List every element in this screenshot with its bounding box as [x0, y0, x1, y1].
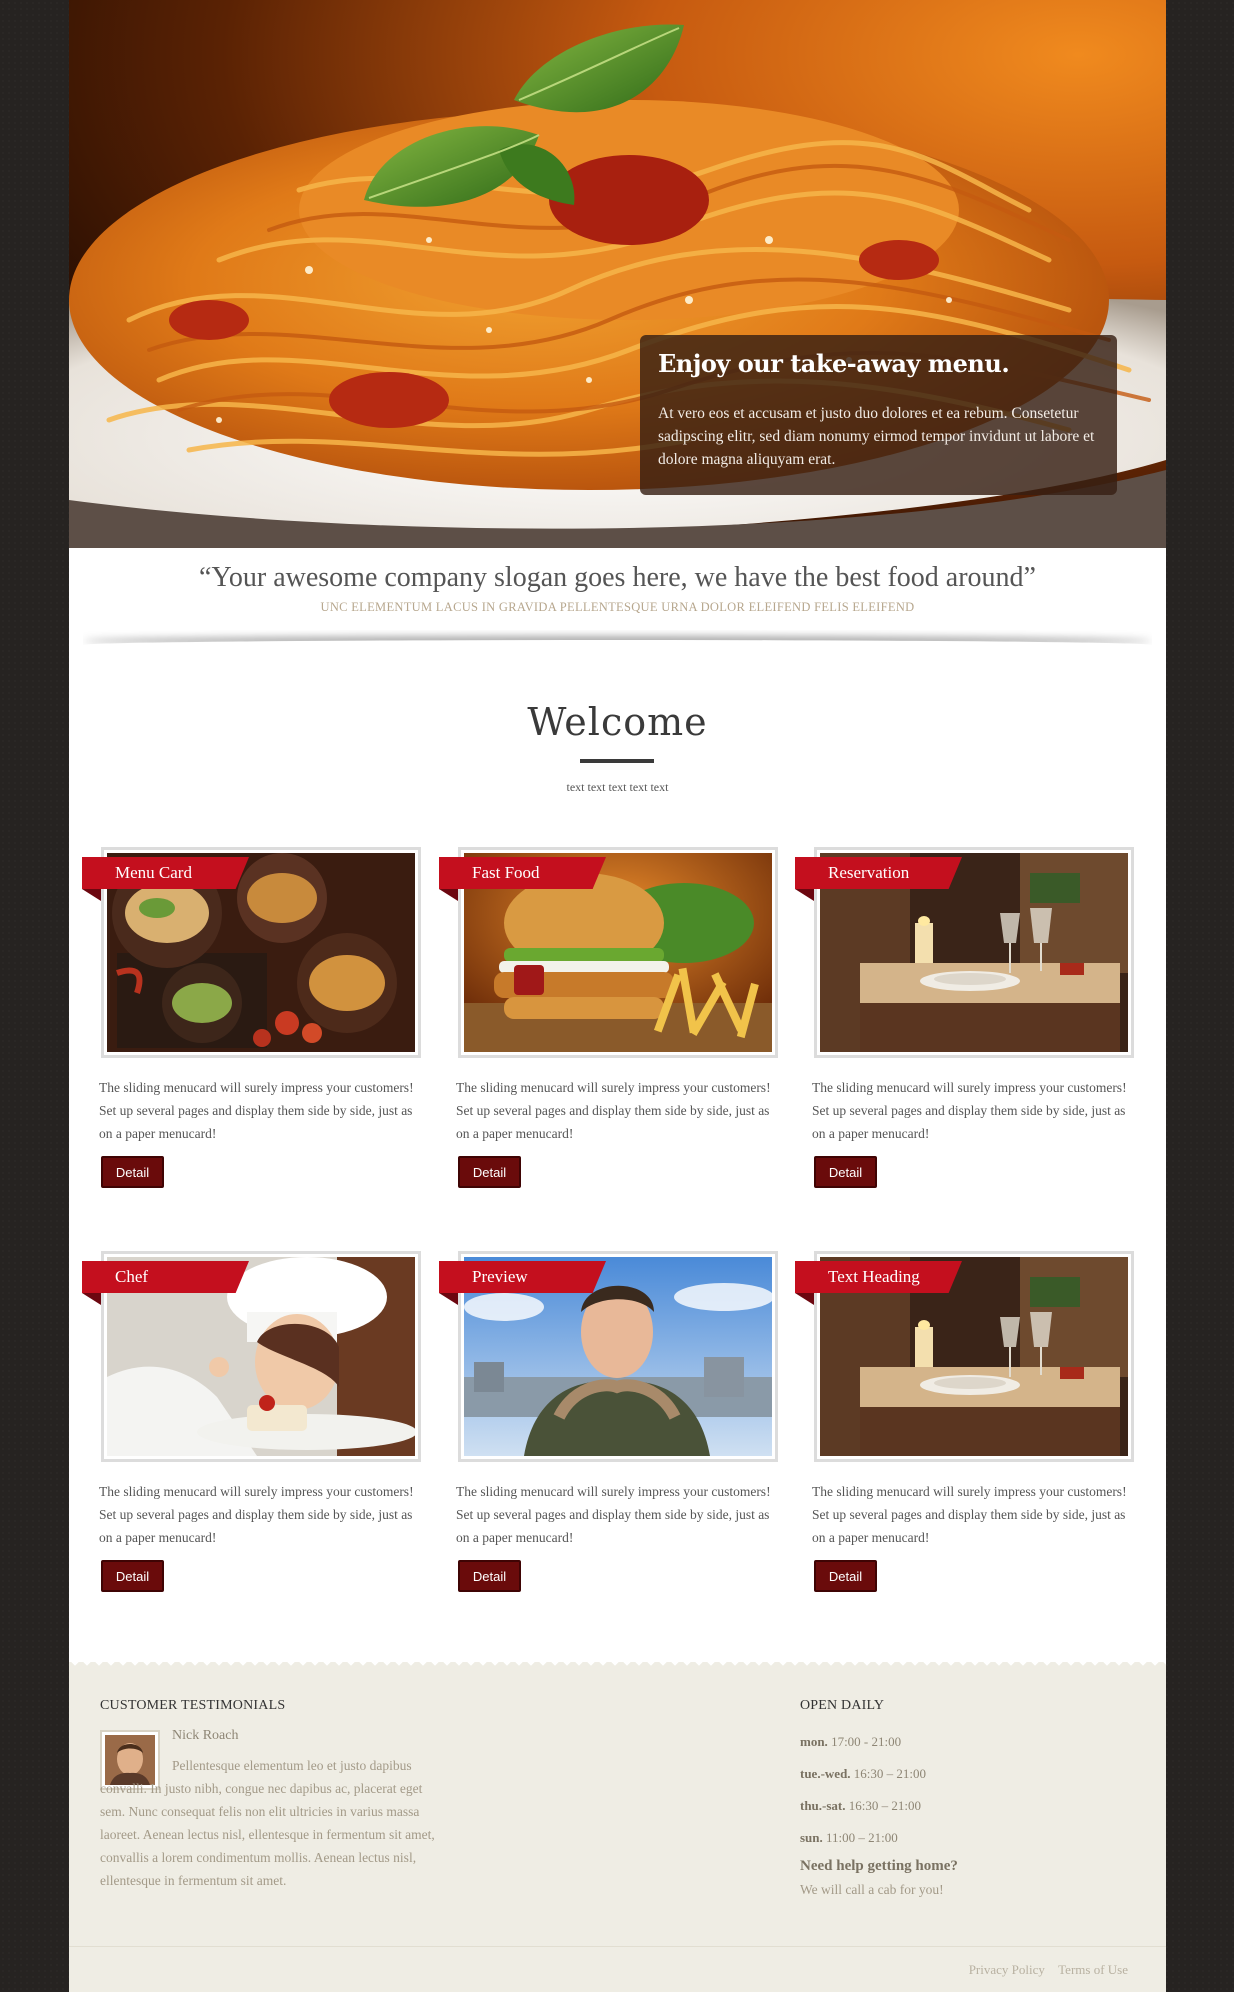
- card-description: The sliding menucard will surely impress…: [812, 1484, 1127, 1545]
- hours-row: thu.-sat. 16:30 – 21:00: [800, 1798, 921, 1814]
- detail-button[interactable]: Detail: [814, 1560, 877, 1592]
- slogan-shadow-divider: [83, 640, 1152, 645]
- help-title: Need help getting home?: [800, 1858, 958, 1874]
- hero-caption-text: At vero eos et accusam et justo duo dolo…: [658, 405, 1095, 468]
- ribbon-fold: [795, 1293, 814, 1305]
- hero-caption: Enjoy our take-away menu. At vero eos et…: [640, 335, 1117, 495]
- footer-divider: [69, 1946, 1166, 1947]
- detail-button[interactable]: Detail: [458, 1156, 521, 1188]
- terms-of-use-link[interactable]: Terms of Use: [1058, 1962, 1128, 1977]
- welcome-subtitle: text text text text text: [566, 780, 669, 794]
- help-text: We will call a cab for you!: [800, 1882, 944, 1897]
- card-description: The sliding menucard will surely impress…: [99, 1080, 414, 1141]
- ribbon-fold: [795, 889, 814, 901]
- slogan-band: “Your awesome company slogan goes here, …: [69, 548, 1166, 640]
- card-description: The sliding menucard will surely impress…: [456, 1484, 771, 1545]
- card-ribbon-title: Text Heading: [795, 1261, 962, 1293]
- hours-time: 11:00 – 21:00: [826, 1830, 898, 1845]
- ribbon-fold: [82, 1293, 101, 1305]
- open-daily-heading: OPEN DAILY: [800, 1698, 885, 1713]
- card-description: The sliding menucard will surely impress…: [99, 1484, 414, 1545]
- footer-links: Privacy Policy Terms of Use: [959, 1962, 1128, 1978]
- hours-row: mon. 17:00 - 21:00: [800, 1734, 901, 1750]
- hours-time: 16:30 – 21:00: [853, 1766, 927, 1781]
- detail-button[interactable]: Detail: [101, 1156, 164, 1188]
- hours-day: thu.-sat.: [800, 1798, 846, 1813]
- hero-banner: Enjoy our take-away menu. At vero eos et…: [69, 0, 1166, 548]
- hours-day: tue.-wed.: [800, 1766, 851, 1781]
- ribbon-fold: [439, 1293, 458, 1305]
- detail-button[interactable]: Detail: [101, 1560, 164, 1592]
- welcome-underline: [580, 759, 654, 763]
- testimonials-heading: CUSTOMER TESTIMONIALS: [100, 1698, 286, 1713]
- ribbon-fold: [82, 889, 101, 901]
- hours-row: tue.-wed. 16:30 – 21:00: [800, 1766, 926, 1782]
- hero-caption-title: Enjoy our take-away menu.: [658, 349, 1010, 378]
- privacy-policy-link[interactable]: Privacy Policy: [969, 1962, 1045, 1977]
- welcome-heading: Welcome: [527, 700, 708, 744]
- card-ribbon-title: Menu Card: [82, 857, 249, 889]
- slogan-subtext: UNC ELEMENTUM LACUS IN GRAVIDA PELLENTES…: [320, 600, 915, 614]
- footer-zigzag-edge: [69, 1662, 1166, 1670]
- detail-button[interactable]: Detail: [814, 1156, 877, 1188]
- hours-row: sun. 11:00 – 21:00: [800, 1830, 898, 1846]
- testimonial-text: Pellentesque elementum leo et justo dapi…: [100, 1758, 435, 1888]
- slogan-quote: “Your awesome company slogan goes here, …: [199, 562, 1036, 593]
- hours-day: mon.: [800, 1734, 828, 1749]
- card-ribbon-title: Fast Food: [439, 857, 606, 889]
- card-description: The sliding menucard will surely impress…: [456, 1080, 771, 1141]
- hours-time: 17:00 - 21:00: [831, 1734, 902, 1749]
- footer: CUSTOMER TESTIMONIALS Nick Roach Pellent…: [69, 1662, 1166, 1992]
- card-ribbon-title: Reservation: [795, 857, 962, 889]
- card-description: The sliding menucard will surely impress…: [812, 1080, 1127, 1141]
- testimonial-author: Nick Roach: [172, 1728, 239, 1743]
- ribbon-fold: [439, 889, 458, 901]
- hours-time: 16:30 – 21:00: [848, 1798, 921, 1813]
- card-ribbon-title: Chef: [82, 1261, 249, 1293]
- card-ribbon-title: Preview: [439, 1261, 606, 1293]
- detail-button[interactable]: Detail: [458, 1560, 521, 1592]
- page-container: Enjoy our take-away menu. At vero eos et…: [69, 0, 1166, 1992]
- hours-day: sun.: [800, 1830, 823, 1845]
